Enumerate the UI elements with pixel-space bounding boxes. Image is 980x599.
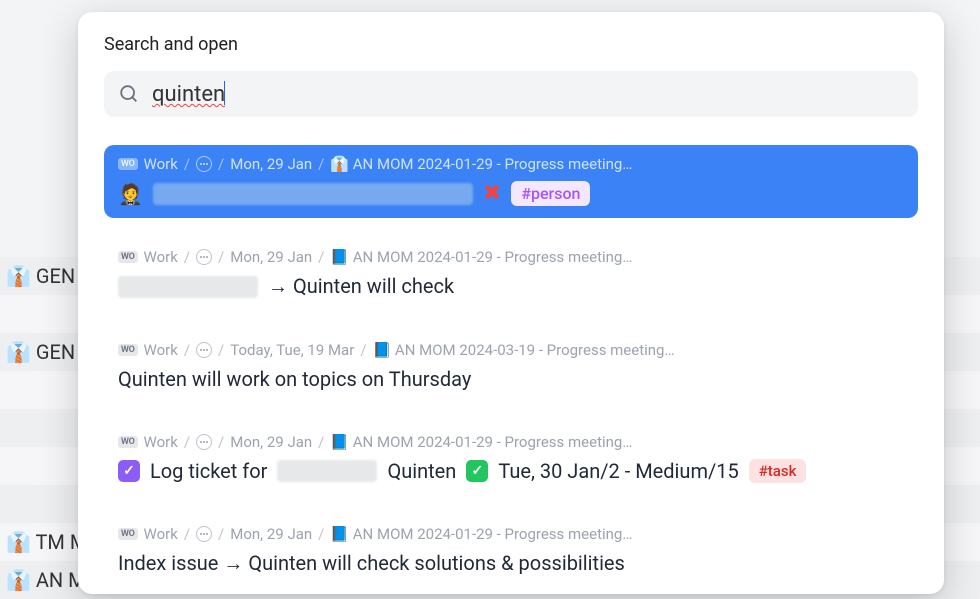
result-item[interactable]: WO Work / / Mon, 29 Jan / 📘 AN MOM 2024-… xyxy=(104,515,918,588)
result-title: Quinten will work on topics on Thursday xyxy=(118,367,904,391)
result-title: ✓ Log ticket for Quinten ✓ Tue, 30 Jan/2… xyxy=(118,459,904,483)
breadcrumb: WO Work / / Today, Tue, 19 Mar / 📘 AN MO… xyxy=(118,341,904,359)
dots-icon xyxy=(196,342,212,358)
result-title: 🤵 ✖ #person xyxy=(118,181,904,206)
checkbox-icon: ✓ xyxy=(118,460,140,482)
dots-icon xyxy=(196,526,212,542)
result-title: → Quinten will check xyxy=(118,274,904,299)
search-modal: Search and open quinten WO Work / / Mon,… xyxy=(78,12,944,594)
checkbox-icon: ✓ xyxy=(466,460,488,482)
search-results: WO Work / / Mon, 29 Jan / 👔 AN MOM 2024-… xyxy=(104,145,918,588)
search-icon xyxy=(118,83,140,105)
result-item[interactable]: WO Work / / Mon, 29 Jan / 📘 AN MOM 2024-… xyxy=(104,238,918,311)
result-item[interactable]: WO Work / / Today, Tue, 19 Mar / 📘 AN MO… xyxy=(104,331,918,403)
person-emoji-icon: 🤵 xyxy=(118,182,143,206)
search-field-wrap[interactable]: quinten xyxy=(104,71,918,117)
workspace-badge: WO xyxy=(118,158,138,170)
breadcrumb: WO Work / / Mon, 29 Jan / 📘 AN MOM 2024-… xyxy=(118,433,904,451)
dots-icon xyxy=(196,434,212,450)
search-input[interactable]: quinten xyxy=(152,81,904,107)
result-item[interactable]: WO Work / / Mon, 29 Jan / 👔 AN MOM 2024-… xyxy=(104,145,918,218)
person-tag: #person xyxy=(511,181,590,206)
breadcrumb: WO Work / / Mon, 29 Jan / 📘 AN MOM 2024-… xyxy=(118,248,904,266)
modal-title: Search and open xyxy=(104,34,918,55)
result-title: Index issue → Quinten will check solutio… xyxy=(118,551,904,576)
breadcrumb: WO Work / / Mon, 29 Jan / 👔 AN MOM 2024-… xyxy=(118,155,904,173)
red-x-icon: ✖ xyxy=(483,181,501,206)
dots-icon xyxy=(196,249,212,265)
breadcrumb: WO Work / / Mon, 29 Jan / 📘 AN MOM 2024-… xyxy=(118,525,904,543)
result-item[interactable]: WO Work / / Mon, 29 Jan / 📘 AN MOM 2024-… xyxy=(104,423,918,495)
dots-icon xyxy=(196,156,212,172)
task-tag: #task xyxy=(749,459,807,483)
